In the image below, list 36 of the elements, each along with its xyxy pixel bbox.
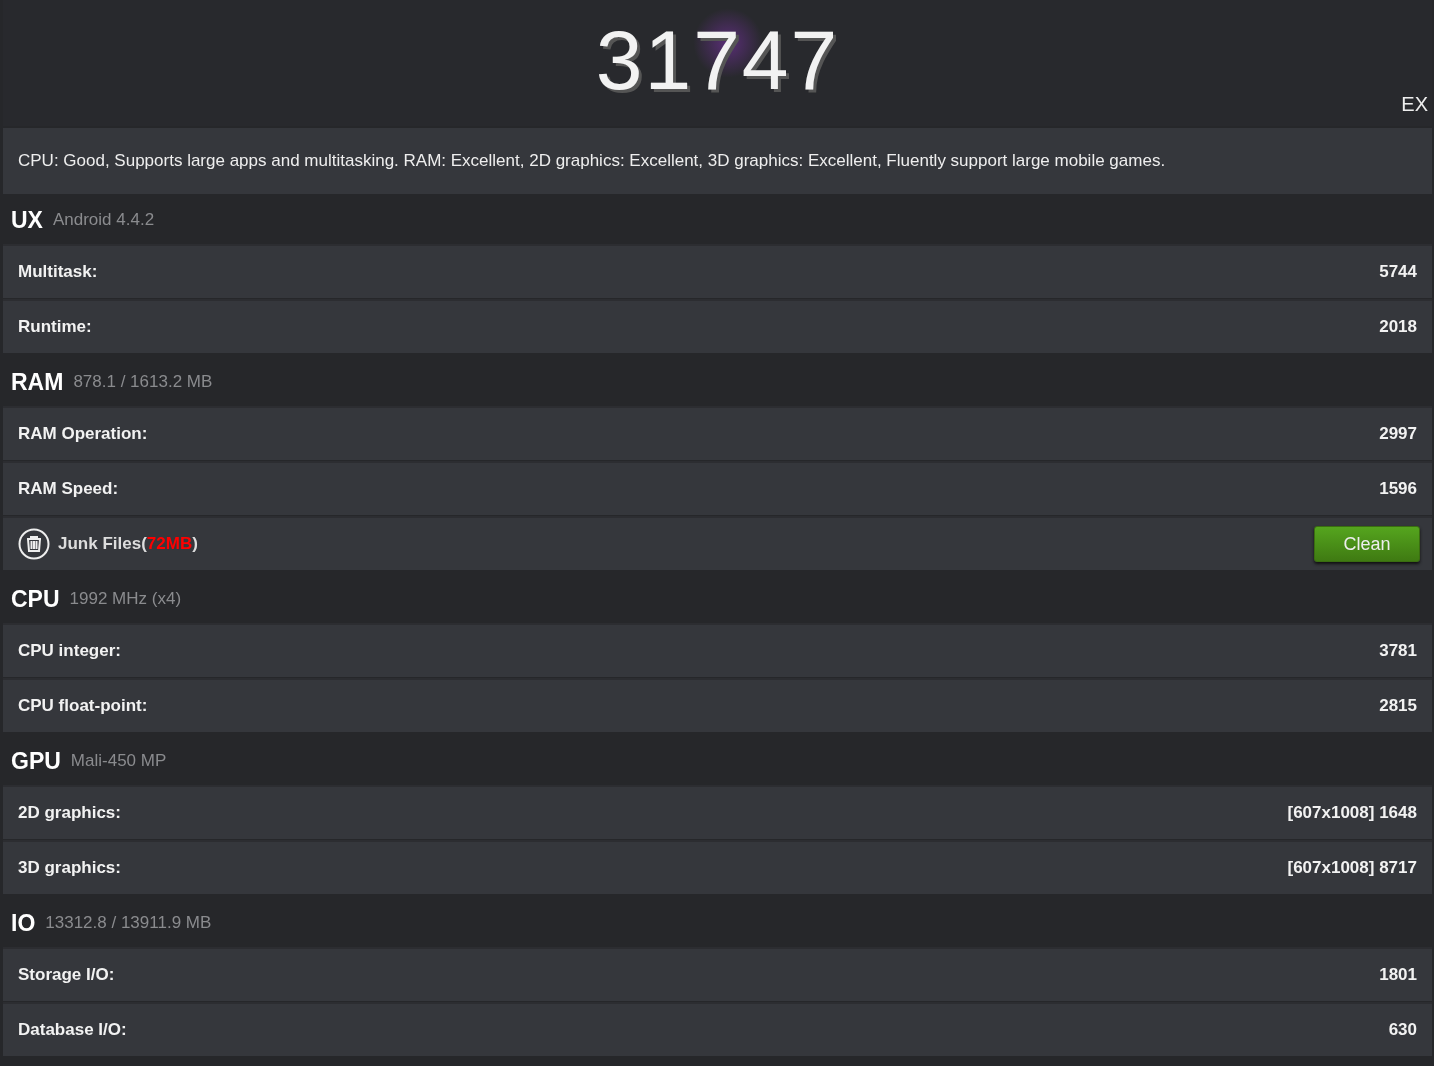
result-label: RAM Operation: xyxy=(18,424,148,444)
result-label: Multitask: xyxy=(18,262,98,282)
result-value: 630 xyxy=(1388,1020,1417,1040)
section-detail: Android 4.4.2 xyxy=(52,210,155,230)
result-value: 2018 xyxy=(1379,317,1417,337)
result-value: 1596 xyxy=(1379,479,1417,499)
result-value: [607x1008] 8717 xyxy=(1287,858,1417,878)
result-label: Storage I/O: xyxy=(18,965,115,985)
section-title: CPU xyxy=(11,585,60,613)
result-label: RAM Speed: xyxy=(18,479,119,499)
result-label: CPU integer: xyxy=(18,641,121,661)
section-detail: 878.1 / 1613.2 MB xyxy=(73,372,213,392)
junk-files-text: Junk Files(72MB) xyxy=(58,534,198,554)
result-label: CPU float-point: xyxy=(18,696,148,716)
result-value: 3781 xyxy=(1379,641,1417,661)
section-detail: 13312.8 / 13911.9 MB xyxy=(45,913,212,933)
result-label: 2D graphics: xyxy=(18,803,121,823)
trash-icon xyxy=(18,528,50,560)
result-value: 2815 xyxy=(1379,696,1417,716)
clean-button[interactable]: Clean xyxy=(1314,526,1420,562)
result-label: Runtime: xyxy=(18,317,92,337)
section-title: GPU xyxy=(11,747,61,775)
section-title: UX xyxy=(11,206,43,234)
result-value: 2997 xyxy=(1379,424,1417,444)
result-label: 3D graphics: xyxy=(18,858,121,878)
section-title: RAM xyxy=(11,368,64,396)
result-value: [607x1008] 1648 xyxy=(1287,803,1417,823)
section-detail: 1992 MHz (x4) xyxy=(69,589,182,609)
section-title: IO xyxy=(11,909,36,937)
result-value: 5744 xyxy=(1379,262,1417,282)
summary-text: CPU: Good, Supports large apps and multitasking. RAM: Excellent, 2D graphics: Excellent, 3D graphics: Excellent, Fluently support large mobile games. xyxy=(18,151,1166,171)
total-score: 31747 xyxy=(595,11,840,109)
section-detail: Mali-450 MP xyxy=(70,751,167,771)
result-label: Database I/O: xyxy=(18,1020,127,1040)
result-value: 1801 xyxy=(1379,965,1417,985)
edition-label: EX xyxy=(1401,93,1428,116)
